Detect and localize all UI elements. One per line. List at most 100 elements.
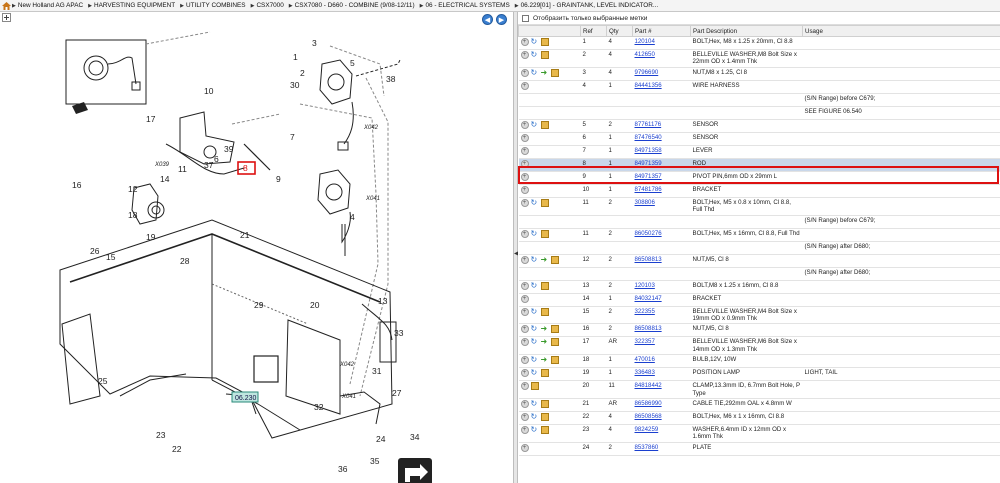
- add-to-cart-icon[interactable]: +: [520, 51, 529, 59]
- part-number-link[interactable]: 87476540: [635, 134, 662, 141]
- info-icon[interactable]: ↻: [531, 229, 539, 238]
- add-to-cart-icon[interactable]: +: [520, 443, 529, 452]
- table-row[interactable]: + ↻ 5 2 87761176 SENSOR: [518, 119, 1000, 133]
- package-icon[interactable]: [550, 255, 559, 264]
- table-row[interactable]: + ↻ 2 4 412650 BELLEVILLE WASHER,M8 Bolt Size…: [518, 49, 1000, 68]
- package-icon[interactable]: [530, 382, 539, 391]
- add-to-cart-icon[interactable]: +: [520, 120, 529, 129]
- table-row[interactable]: + ↻ 23 4 9824259 WASHER,6.4mm ID x 12mm OD x …: [518, 424, 1000, 443]
- part-number-link[interactable]: 9796690: [635, 69, 659, 76]
- table-row[interactable]: (S/N Range) before C679;: [518, 215, 1000, 229]
- table-row[interactable]: (S/N Range) before C679;: [518, 93, 1000, 107]
- table-row[interactable]: + ↻ 21 AR 86586990 CABLE TIE,292mm OAL x 4.8m…: [518, 398, 1000, 413]
- part-number-link[interactable]: 322355: [635, 308, 655, 315]
- col-qty[interactable]: Qty: [606, 25, 633, 37]
- replacement-icon[interactable]: ➜: [541, 68, 549, 77]
- table-row[interactable]: + ↻ 11 2 86050276 BOLT,Hex, M5 x 16mm, Cl 8.8…: [518, 228, 1000, 242]
- table-row[interactable]: + ↻ 13 2 120103 BOLT,M8 x 1.25 x 16mm, Cl 8.8: [518, 280, 1000, 294]
- add-to-cart-icon[interactable]: +: [520, 68, 529, 77]
- table-row[interactable]: SEE FIGURE 06.540: [518, 106, 1000, 120]
- add-to-cart-icon[interactable]: +: [520, 356, 529, 365]
- add-to-cart-icon[interactable]: +: [520, 369, 529, 378]
- table-row[interactable]: +4 1 84441356 WIRE HARNESS: [518, 80, 1000, 94]
- add-to-cart-icon[interactable]: +: [520, 338, 529, 347]
- package-icon[interactable]: [540, 307, 549, 316]
- package-icon[interactable]: [540, 369, 549, 378]
- table-row[interactable]: + ↻ 22 4 86508568 BOLT,Hex, M6 x 1 x 16mm, Cl…: [518, 411, 1000, 426]
- add-to-cart-icon[interactable]: +: [520, 307, 529, 316]
- package-icon[interactable]: [550, 338, 559, 347]
- table-row[interactable]: + ↻ ➜ 12 2 86508813 NUT,M5, Cl 8: [518, 254, 1000, 268]
- part-number-link[interactable]: 86050276: [635, 230, 662, 237]
- add-to-cart-icon[interactable]: +: [520, 146, 529, 155]
- table-row[interactable]: +10 1 87481786 BRACKET: [518, 184, 1000, 198]
- part-number-link[interactable]: 84971358: [635, 147, 662, 154]
- info-icon[interactable]: ↻: [531, 413, 539, 421]
- table-row[interactable]: + ↻ 19 1 336483 POSITION LAMP LIGHT, TAIL: [518, 367, 1000, 382]
- add-to-cart-icon[interactable]: +: [520, 382, 529, 391]
- part-number-link[interactable]: 87761176: [635, 121, 662, 128]
- part-number-link[interactable]: 86508568: [635, 413, 662, 420]
- add-to-cart-icon[interactable]: +: [520, 281, 529, 290]
- show-selected-only-checkbox[interactable]: [522, 14, 529, 22]
- info-icon[interactable]: ↻: [531, 356, 539, 364]
- breadcrumb-item[interactable]: ▶ New Holland AG APAC: [12, 2, 83, 9]
- table-row[interactable]: + ↻ 1 4 120104 BOLT,Hex, M8 x 1.25 x 20mm, Cl…: [518, 36, 1000, 50]
- info-icon[interactable]: ↻: [531, 338, 539, 346]
- info-icon[interactable]: ↻: [531, 307, 539, 316]
- part-number-link[interactable]: 322357: [635, 338, 655, 345]
- package-icon[interactable]: [550, 325, 559, 334]
- part-number-link[interactable]: 336483: [635, 369, 655, 376]
- add-to-cart-icon[interactable]: +: [520, 198, 529, 207]
- add-to-cart-icon[interactable]: +: [520, 426, 529, 435]
- breadcrumb-item[interactable]: ▶ 06.229[01] - GRAINTANK, LEVEL INDICATOR…: [515, 2, 658, 9]
- rotate-view-icon[interactable]: [398, 458, 432, 483]
- table-row[interactable]: + ↻ 11 2 308806 BOLT,Hex, M5 x 0.8 x 10mm, Cl…: [518, 197, 1000, 216]
- add-to-cart-icon[interactable]: +: [520, 294, 529, 303]
- table-row[interactable]: + ↻ ➜ 18 1 470016 BULB,12V, 10W: [518, 354, 1000, 369]
- part-number-link[interactable]: 9824259: [635, 426, 659, 433]
- part-number-link[interactable]: 84032147: [635, 295, 662, 302]
- table-row[interactable]: + ↻ 15 2 322355 BELLEVILLE WASHER,M4 Bolt Siz…: [518, 306, 1000, 325]
- info-icon[interactable]: ↻: [531, 51, 539, 59]
- replacement-icon[interactable]: ➜: [541, 255, 549, 264]
- package-icon[interactable]: [540, 229, 549, 238]
- part-number-link[interactable]: 84441356: [635, 82, 662, 89]
- table-row[interactable]: + ↻ ➜ 16 2 86508813 NUT,M5, Cl 8: [518, 323, 1000, 338]
- add-to-cart-icon[interactable]: +: [520, 325, 529, 334]
- add-to-cart-icon[interactable]: +: [520, 185, 529, 194]
- info-icon[interactable]: ↻: [531, 281, 539, 290]
- part-number-link[interactable]: 412650: [635, 51, 655, 58]
- table-row[interactable]: +14 1 84032147 BRACKET: [518, 293, 1000, 307]
- table-row[interactable]: +20 11 84818442 CLAMP,13.3mm ID, 6.7mm Bolt…: [518, 380, 1000, 400]
- add-to-cart-icon[interactable]: +: [520, 81, 529, 90]
- part-number-link[interactable]: 470016: [635, 356, 655, 363]
- package-icon[interactable]: [540, 281, 549, 290]
- info-icon[interactable]: ↻: [531, 325, 539, 333]
- part-number-link[interactable]: 84818442: [635, 382, 662, 389]
- breadcrumb-item[interactable]: ▶ CSX7000: [251, 2, 284, 9]
- part-number-link[interactable]: 308806: [635, 199, 655, 206]
- table-row[interactable]: +6 1 87476540 SENSOR: [518, 132, 1000, 146]
- table-row[interactable]: + ↻ ➜ 17 AR 322357 BELLEVILLE WASHER,M6 Bolt S…: [518, 336, 1000, 356]
- info-icon[interactable]: ↻: [531, 120, 539, 129]
- add-to-cart-icon[interactable]: +: [520, 229, 529, 238]
- add-to-cart-icon[interactable]: +: [520, 413, 529, 422]
- add-to-cart-icon[interactable]: +: [520, 255, 529, 264]
- table-row[interactable]: + ↻ ➜ 3 4 9796690 NUT,M8 x 1.25, Cl 8: [518, 67, 1000, 81]
- part-number-link[interactable]: 86508813: [635, 325, 662, 332]
- package-icon[interactable]: [540, 198, 549, 207]
- part-number-link[interactable]: 86508813: [635, 256, 662, 263]
- replacement-icon[interactable]: ➜: [541, 325, 549, 333]
- part-number-link[interactable]: 87481786: [635, 186, 662, 193]
- add-to-cart-icon[interactable]: +: [520, 400, 529, 409]
- table-row[interactable]: (S/N Range) after D680;: [518, 241, 1000, 255]
- info-icon[interactable]: ↻: [531, 198, 539, 207]
- package-icon[interactable]: [540, 51, 549, 59]
- breadcrumb-item[interactable]: ▶ HARVESTING EQUIPMENT: [88, 2, 175, 9]
- info-icon[interactable]: ↻: [531, 426, 539, 434]
- part-number-link[interactable]: 86586990: [635, 400, 662, 407]
- parts-diagram[interactable]: 06.230 X042 X039 X041 X041 X042 1 2 3 4 …: [0, 24, 513, 483]
- replacement-icon[interactable]: ➜: [541, 356, 549, 364]
- col-ref[interactable]: Ref: [580, 25, 607, 37]
